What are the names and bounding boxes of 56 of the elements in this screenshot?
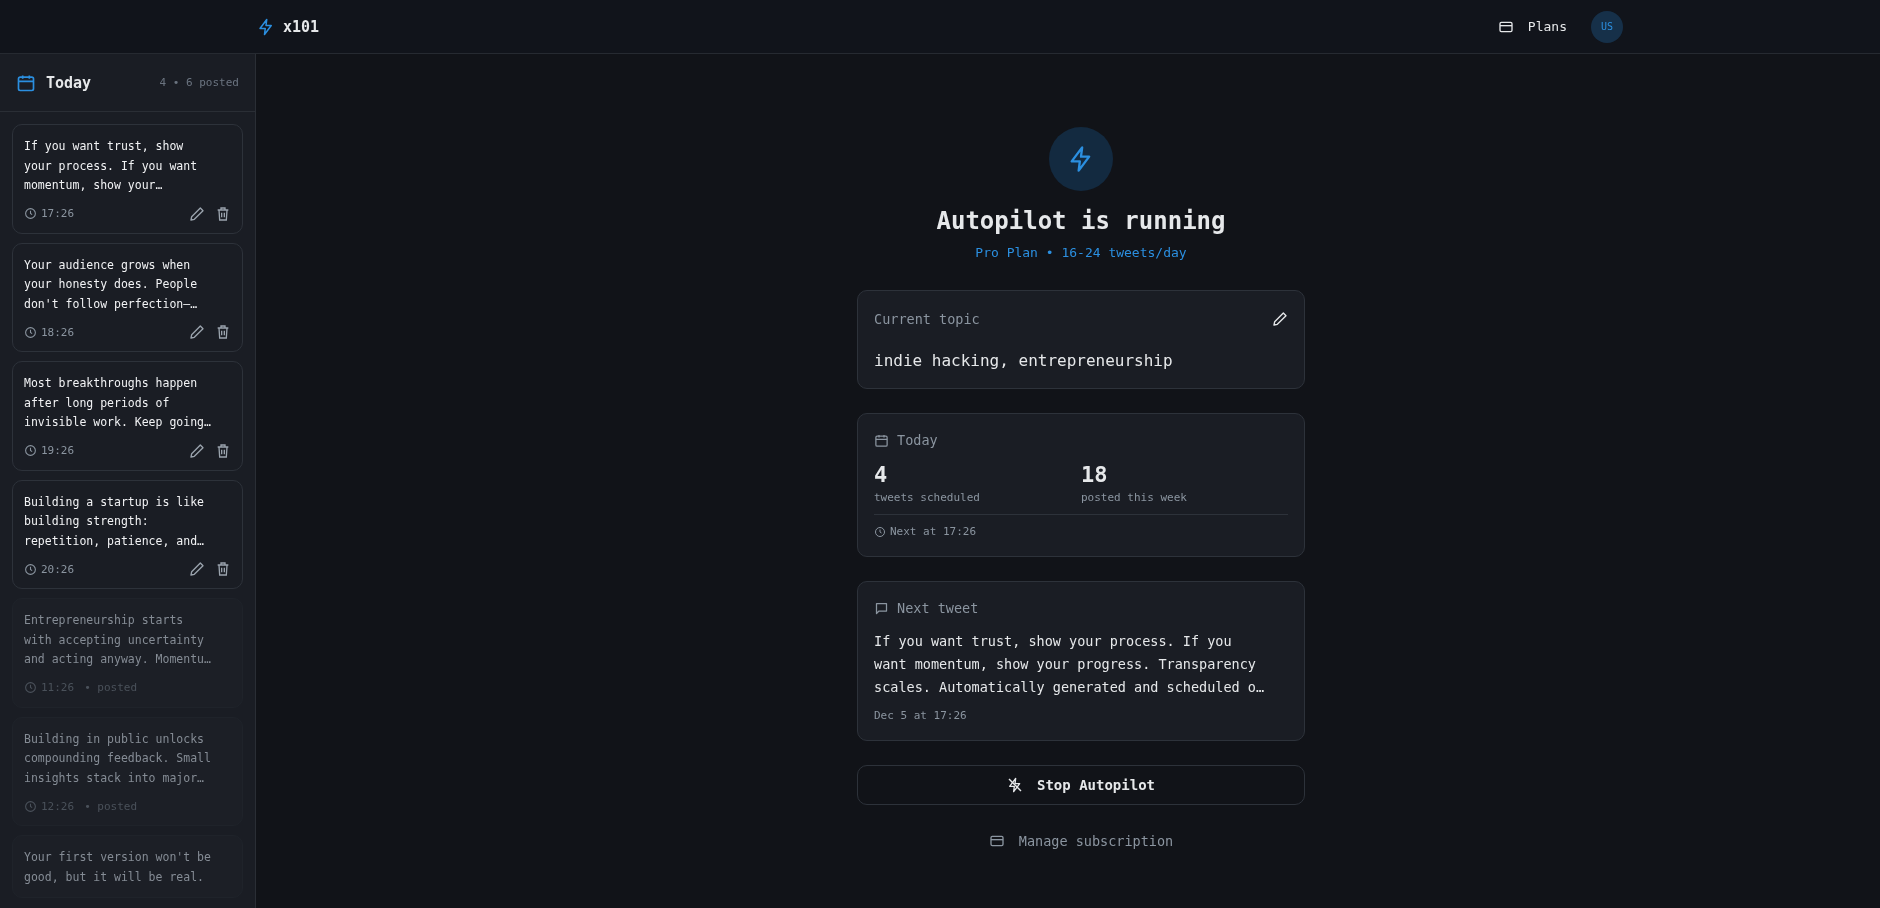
- stat-label: posted this week: [1081, 491, 1188, 504]
- plans-button[interactable]: Plans: [1493, 12, 1571, 41]
- tweet-time: 18:26: [41, 325, 75, 339]
- next-time: Next at 17:26: [890, 525, 977, 538]
- plan-info: Pro Plan • 16-24 tweets/day: [975, 245, 1187, 260]
- lightning-icon: [257, 17, 275, 36]
- chat-icon: [874, 600, 889, 616]
- clock-icon: [24, 799, 37, 813]
- clock-icon: [24, 325, 37, 339]
- tweet-card[interactable]: Most breakthroughs happen after long periods of invisible work. Keep going… 19:26: [12, 361, 243, 471]
- trash-icon[interactable]: [215, 205, 231, 222]
- today-label: Today: [897, 432, 938, 448]
- stop-autopilot-button[interactable]: Stop Autopilot: [857, 765, 1305, 805]
- pencil-icon[interactable]: [189, 561, 205, 577]
- tweet-text: Entrepreneurship starts with accepting uncertainty and acting anyway. Momentu…: [24, 612, 212, 668]
- next-tweet-text: If you want trust, show your process. If you want momentum, show your progress. Transparency scales. Automatically generated and scheduled o…: [874, 632, 1266, 697]
- stat-label: tweets scheduled: [874, 491, 981, 504]
- stat-value: 18: [1081, 462, 1109, 487]
- stat-value: 4: [874, 462, 889, 487]
- tweet-card[interactable]: Building a startup is like building strength: repetition, patience, and… 20:26: [12, 479, 243, 589]
- user-avatar[interactable]: US: [1591, 10, 1623, 43]
- tweet-card[interactable]: If you want trust, show your process. If you want momentum, show your… 17:26: [12, 124, 243, 234]
- tweet-text: Building in public unlocks compounding feedback. Small insights stack into major…: [24, 730, 212, 787]
- topic-label: Current topic: [874, 311, 980, 327]
- clock-icon: [24, 207, 37, 220]
- tweet-card[interactable]: Your audience grows when your honesty does. People don't follow perfection—… 18:26: [12, 242, 243, 352]
- tweet-text: Your first version won't be good, but it will be real.: [24, 849, 212, 886]
- pencil-icon[interactable]: [189, 324, 205, 340]
- clock-icon: [24, 444, 37, 457]
- tweet-text: Your audience grows when your honesty does. People don't follow perfection—…: [24, 256, 199, 313]
- pencil-icon[interactable]: [189, 442, 205, 459]
- calendar-icon: [874, 432, 889, 448]
- trash-icon[interactable]: [215, 442, 231, 459]
- clock-icon: [24, 681, 37, 694]
- trash-icon[interactable]: [215, 561, 231, 577]
- topic-value: indie hacking, entrepreneurship: [874, 351, 1174, 370]
- post-count: 4 • 6 posted: [159, 76, 239, 89]
- next-tweet-date: Dec 5 at 17:26: [874, 709, 968, 722]
- tweet-text: If you want trust, show your process. If you want momentum, show your…: [24, 138, 199, 194]
- tweet-card[interactable]: Your first version won't be good, but it will be real.: [12, 835, 243, 898]
- status-title: Autopilot is running: [936, 207, 1226, 235]
- tweet-time: 17:26: [41, 207, 75, 220]
- next-tweet-label: Next tweet: [897, 600, 979, 616]
- logo-text: x101: [283, 17, 320, 36]
- tweet-time: 19:26: [41, 444, 75, 457]
- tweet-time: 20:26: [41, 562, 75, 576]
- trash-icon[interactable]: [215, 324, 231, 340]
- lightning-off-icon: [1007, 777, 1023, 793]
- sidebar-title: Today: [46, 73, 93, 92]
- card-icon: [988, 833, 1005, 849]
- clock-icon: [24, 562, 37, 576]
- clock-icon: [874, 525, 886, 538]
- tweet-text: Building a startup is like building strength: repetition, patience, and…: [24, 493, 205, 550]
- manage-subscription-link[interactable]: Manage subscription: [988, 833, 1174, 849]
- tweet-text: Most breakthroughs happen after long periods of invisible work. Keep going…: [24, 375, 212, 431]
- pencil-icon[interactable]: [189, 205, 205, 222]
